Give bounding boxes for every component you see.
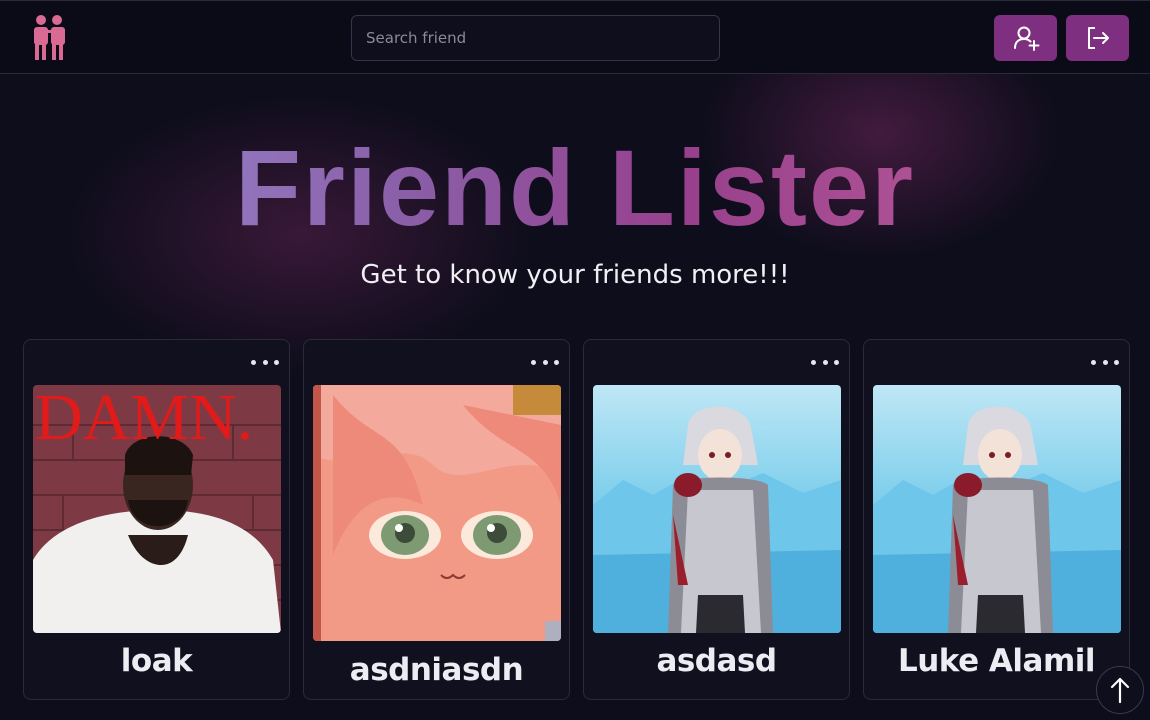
user-plus-icon xyxy=(1013,26,1039,51)
page-subtitle: Get to know your friends more!!! xyxy=(360,260,790,290)
friend-card[interactable]: asdasd xyxy=(583,339,850,700)
card-menu-icon[interactable] xyxy=(251,352,279,372)
svg-text:DAMN.: DAMN. xyxy=(35,385,253,454)
arrow-up-icon xyxy=(1110,677,1130,704)
friend-name: Luke Alamil xyxy=(897,643,1096,679)
search-input[interactable] xyxy=(351,15,720,61)
logout-button[interactable] xyxy=(1066,15,1129,61)
friend-name: asdasd xyxy=(656,643,777,679)
navbar xyxy=(0,0,1150,74)
scroll-to-top-button[interactable] xyxy=(1096,666,1144,714)
friends-logo-icon[interactable] xyxy=(32,14,68,62)
friend-photo xyxy=(873,385,1121,633)
friend-card[interactable]: asdniasdn xyxy=(303,339,570,700)
friend-photo xyxy=(313,385,561,641)
card-menu-icon[interactable] xyxy=(531,352,559,372)
add-friend-button[interactable] xyxy=(994,15,1057,61)
card-menu-icon[interactable] xyxy=(1091,352,1119,372)
logout-icon xyxy=(1087,27,1109,49)
friend-name: loak xyxy=(120,643,193,679)
friend-name: asdniasdn xyxy=(349,652,524,688)
friend-card[interactable]: DAMN. loak xyxy=(23,339,290,700)
card-menu-icon[interactable] xyxy=(811,352,839,372)
friend-card[interactable]: Luke Alamil xyxy=(863,339,1130,700)
friend-photo xyxy=(593,385,841,633)
friend-photo: DAMN. xyxy=(33,385,281,633)
page-title: Friend Lister xyxy=(0,128,1150,248)
